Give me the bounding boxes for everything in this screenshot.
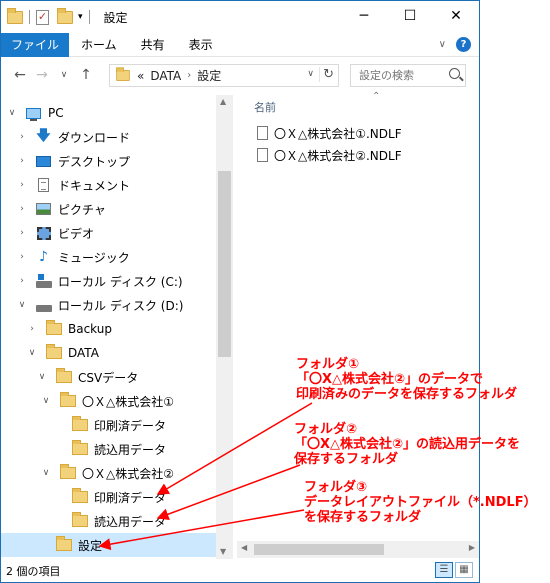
annotation-arrows [98,402,313,551]
arrow-folder-1 [156,402,313,495]
arrow-folder-2 [156,464,301,520]
arrow-folder-3 [98,509,305,551]
